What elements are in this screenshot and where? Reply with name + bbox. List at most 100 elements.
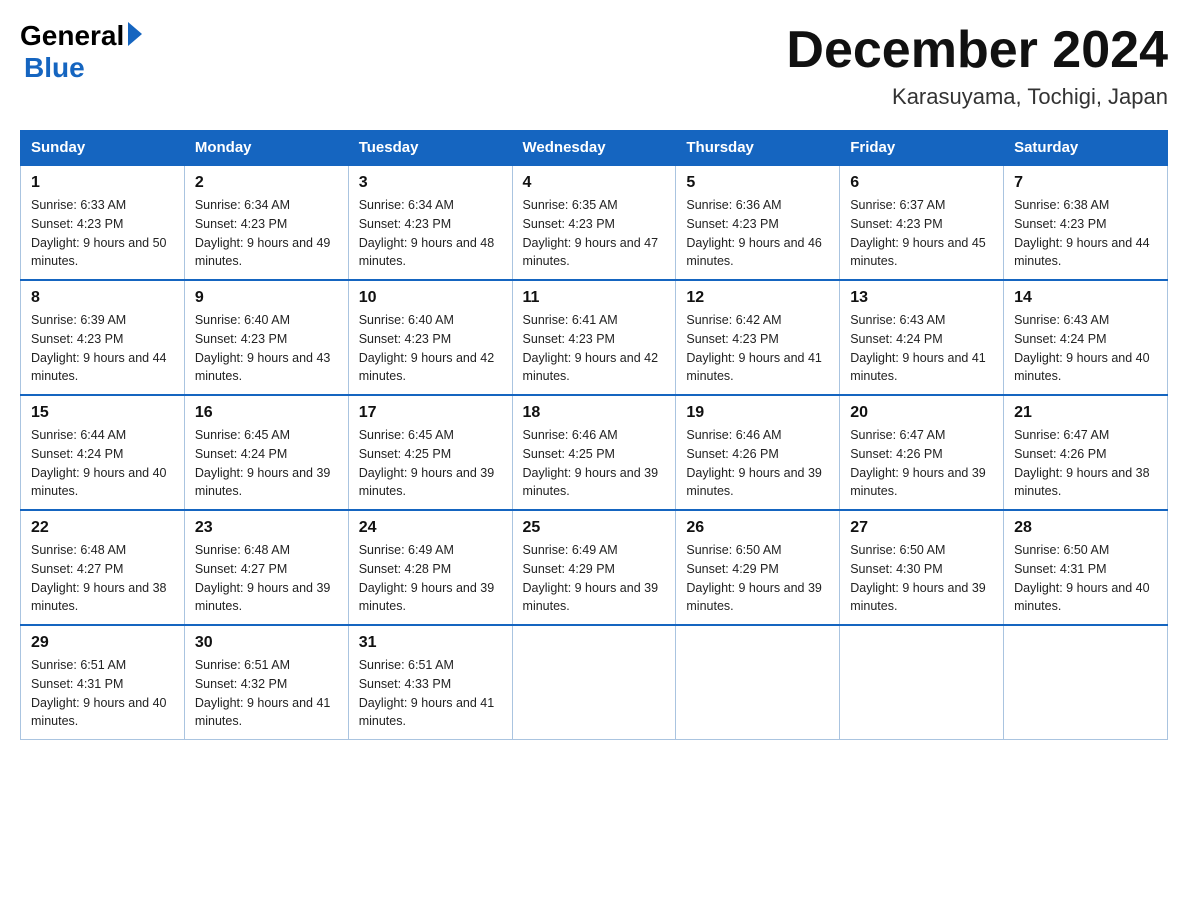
calendar-cell: 4 Sunrise: 6:35 AMSunset: 4:23 PMDayligh… bbox=[512, 165, 676, 280]
day-number: 1 bbox=[31, 174, 174, 192]
day-number: 29 bbox=[31, 634, 174, 652]
calendar-header-row: SundayMondayTuesdayWednesdayThursdayFrid… bbox=[21, 131, 1168, 166]
calendar-cell bbox=[1004, 625, 1168, 740]
calendar-cell: 16 Sunrise: 6:45 AMSunset: 4:24 PMDaylig… bbox=[184, 395, 348, 510]
day-number: 28 bbox=[1014, 519, 1157, 537]
day-info: Sunrise: 6:38 AMSunset: 4:23 PMDaylight:… bbox=[1014, 196, 1157, 271]
day-number: 4 bbox=[523, 174, 666, 192]
day-info: Sunrise: 6:47 AMSunset: 4:26 PMDaylight:… bbox=[1014, 426, 1157, 501]
column-header-tuesday: Tuesday bbox=[348, 131, 512, 166]
calendar-cell: 3 Sunrise: 6:34 AMSunset: 4:23 PMDayligh… bbox=[348, 165, 512, 280]
day-info: Sunrise: 6:48 AMSunset: 4:27 PMDaylight:… bbox=[195, 541, 338, 616]
day-number: 16 bbox=[195, 404, 338, 422]
calendar-cell: 30 Sunrise: 6:51 AMSunset: 4:32 PMDaylig… bbox=[184, 625, 348, 740]
day-number: 18 bbox=[523, 404, 666, 422]
day-number: 10 bbox=[359, 289, 502, 307]
day-info: Sunrise: 6:45 AMSunset: 4:25 PMDaylight:… bbox=[359, 426, 502, 501]
day-number: 30 bbox=[195, 634, 338, 652]
day-number: 8 bbox=[31, 289, 174, 307]
calendar-cell: 11 Sunrise: 6:41 AMSunset: 4:23 PMDaylig… bbox=[512, 280, 676, 395]
calendar-subtitle: Karasuyama, Tochigi, Japan bbox=[786, 84, 1168, 110]
day-info: Sunrise: 6:46 AMSunset: 4:25 PMDaylight:… bbox=[523, 426, 666, 501]
week-row-4: 22 Sunrise: 6:48 AMSunset: 4:27 PMDaylig… bbox=[21, 510, 1168, 625]
calendar-cell: 17 Sunrise: 6:45 AMSunset: 4:25 PMDaylig… bbox=[348, 395, 512, 510]
day-number: 26 bbox=[686, 519, 829, 537]
title-area: December 2024 Karasuyama, Tochigi, Japan bbox=[786, 20, 1168, 110]
day-info: Sunrise: 6:51 AMSunset: 4:32 PMDaylight:… bbox=[195, 656, 338, 731]
calendar-cell: 18 Sunrise: 6:46 AMSunset: 4:25 PMDaylig… bbox=[512, 395, 676, 510]
day-info: Sunrise: 6:50 AMSunset: 4:31 PMDaylight:… bbox=[1014, 541, 1157, 616]
day-number: 14 bbox=[1014, 289, 1157, 307]
day-info: Sunrise: 6:50 AMSunset: 4:30 PMDaylight:… bbox=[850, 541, 993, 616]
day-info: Sunrise: 6:51 AMSunset: 4:33 PMDaylight:… bbox=[359, 656, 502, 731]
column-header-sunday: Sunday bbox=[21, 131, 185, 166]
day-info: Sunrise: 6:47 AMSunset: 4:26 PMDaylight:… bbox=[850, 426, 993, 501]
day-info: Sunrise: 6:40 AMSunset: 4:23 PMDaylight:… bbox=[195, 311, 338, 386]
logo-blue-text: Blue bbox=[24, 52, 85, 84]
day-number: 20 bbox=[850, 404, 993, 422]
week-row-5: 29 Sunrise: 6:51 AMSunset: 4:31 PMDaylig… bbox=[21, 625, 1168, 740]
calendar-cell: 5 Sunrise: 6:36 AMSunset: 4:23 PMDayligh… bbox=[676, 165, 840, 280]
day-info: Sunrise: 6:40 AMSunset: 4:23 PMDaylight:… bbox=[359, 311, 502, 386]
day-info: Sunrise: 6:42 AMSunset: 4:23 PMDaylight:… bbox=[686, 311, 829, 386]
calendar-cell: 26 Sunrise: 6:50 AMSunset: 4:29 PMDaylig… bbox=[676, 510, 840, 625]
calendar-cell: 28 Sunrise: 6:50 AMSunset: 4:31 PMDaylig… bbox=[1004, 510, 1168, 625]
day-info: Sunrise: 6:45 AMSunset: 4:24 PMDaylight:… bbox=[195, 426, 338, 501]
logo-arrow-icon bbox=[128, 22, 142, 46]
calendar-cell: 8 Sunrise: 6:39 AMSunset: 4:23 PMDayligh… bbox=[21, 280, 185, 395]
day-info: Sunrise: 6:43 AMSunset: 4:24 PMDaylight:… bbox=[1014, 311, 1157, 386]
calendar-cell: 1 Sunrise: 6:33 AMSunset: 4:23 PMDayligh… bbox=[21, 165, 185, 280]
day-number: 3 bbox=[359, 174, 502, 192]
day-number: 5 bbox=[686, 174, 829, 192]
column-header-friday: Friday bbox=[840, 131, 1004, 166]
day-info: Sunrise: 6:35 AMSunset: 4:23 PMDaylight:… bbox=[523, 196, 666, 271]
calendar-cell: 22 Sunrise: 6:48 AMSunset: 4:27 PMDaylig… bbox=[21, 510, 185, 625]
day-info: Sunrise: 6:34 AMSunset: 4:23 PMDaylight:… bbox=[359, 196, 502, 271]
day-info: Sunrise: 6:50 AMSunset: 4:29 PMDaylight:… bbox=[686, 541, 829, 616]
day-info: Sunrise: 6:36 AMSunset: 4:23 PMDaylight:… bbox=[686, 196, 829, 271]
day-number: 31 bbox=[359, 634, 502, 652]
calendar-cell: 27 Sunrise: 6:50 AMSunset: 4:30 PMDaylig… bbox=[840, 510, 1004, 625]
column-header-monday: Monday bbox=[184, 131, 348, 166]
calendar-cell: 21 Sunrise: 6:47 AMSunset: 4:26 PMDaylig… bbox=[1004, 395, 1168, 510]
calendar-cell: 9 Sunrise: 6:40 AMSunset: 4:23 PMDayligh… bbox=[184, 280, 348, 395]
calendar-cell: 2 Sunrise: 6:34 AMSunset: 4:23 PMDayligh… bbox=[184, 165, 348, 280]
logo-general-text: General bbox=[20, 20, 124, 52]
calendar-cell: 14 Sunrise: 6:43 AMSunset: 4:24 PMDaylig… bbox=[1004, 280, 1168, 395]
calendar-table: SundayMondayTuesdayWednesdayThursdayFrid… bbox=[20, 130, 1168, 740]
day-number: 11 bbox=[523, 289, 666, 307]
calendar-cell: 12 Sunrise: 6:42 AMSunset: 4:23 PMDaylig… bbox=[676, 280, 840, 395]
calendar-title: December 2024 bbox=[786, 20, 1168, 80]
day-number: 13 bbox=[850, 289, 993, 307]
day-number: 17 bbox=[359, 404, 502, 422]
calendar-cell bbox=[840, 625, 1004, 740]
calendar-cell: 15 Sunrise: 6:44 AMSunset: 4:24 PMDaylig… bbox=[21, 395, 185, 510]
day-info: Sunrise: 6:44 AMSunset: 4:24 PMDaylight:… bbox=[31, 426, 174, 501]
day-number: 19 bbox=[686, 404, 829, 422]
day-info: Sunrise: 6:49 AMSunset: 4:28 PMDaylight:… bbox=[359, 541, 502, 616]
calendar-cell: 23 Sunrise: 6:48 AMSunset: 4:27 PMDaylig… bbox=[184, 510, 348, 625]
day-number: 12 bbox=[686, 289, 829, 307]
week-row-3: 15 Sunrise: 6:44 AMSunset: 4:24 PMDaylig… bbox=[21, 395, 1168, 510]
calendar-cell: 25 Sunrise: 6:49 AMSunset: 4:29 PMDaylig… bbox=[512, 510, 676, 625]
day-info: Sunrise: 6:39 AMSunset: 4:23 PMDaylight:… bbox=[31, 311, 174, 386]
day-info: Sunrise: 6:43 AMSunset: 4:24 PMDaylight:… bbox=[850, 311, 993, 386]
day-info: Sunrise: 6:49 AMSunset: 4:29 PMDaylight:… bbox=[523, 541, 666, 616]
day-number: 22 bbox=[31, 519, 174, 537]
day-info: Sunrise: 6:41 AMSunset: 4:23 PMDaylight:… bbox=[523, 311, 666, 386]
day-info: Sunrise: 6:33 AMSunset: 4:23 PMDaylight:… bbox=[31, 196, 174, 271]
day-number: 25 bbox=[523, 519, 666, 537]
day-info: Sunrise: 6:46 AMSunset: 4:26 PMDaylight:… bbox=[686, 426, 829, 501]
day-number: 6 bbox=[850, 174, 993, 192]
calendar-cell bbox=[676, 625, 840, 740]
calendar-cell: 13 Sunrise: 6:43 AMSunset: 4:24 PMDaylig… bbox=[840, 280, 1004, 395]
column-header-saturday: Saturday bbox=[1004, 131, 1168, 166]
day-info: Sunrise: 6:48 AMSunset: 4:27 PMDaylight:… bbox=[31, 541, 174, 616]
column-header-wednesday: Wednesday bbox=[512, 131, 676, 166]
calendar-cell: 10 Sunrise: 6:40 AMSunset: 4:23 PMDaylig… bbox=[348, 280, 512, 395]
day-number: 27 bbox=[850, 519, 993, 537]
day-number: 9 bbox=[195, 289, 338, 307]
calendar-cell: 29 Sunrise: 6:51 AMSunset: 4:31 PMDaylig… bbox=[21, 625, 185, 740]
day-number: 2 bbox=[195, 174, 338, 192]
logo: General Blue bbox=[20, 20, 142, 84]
